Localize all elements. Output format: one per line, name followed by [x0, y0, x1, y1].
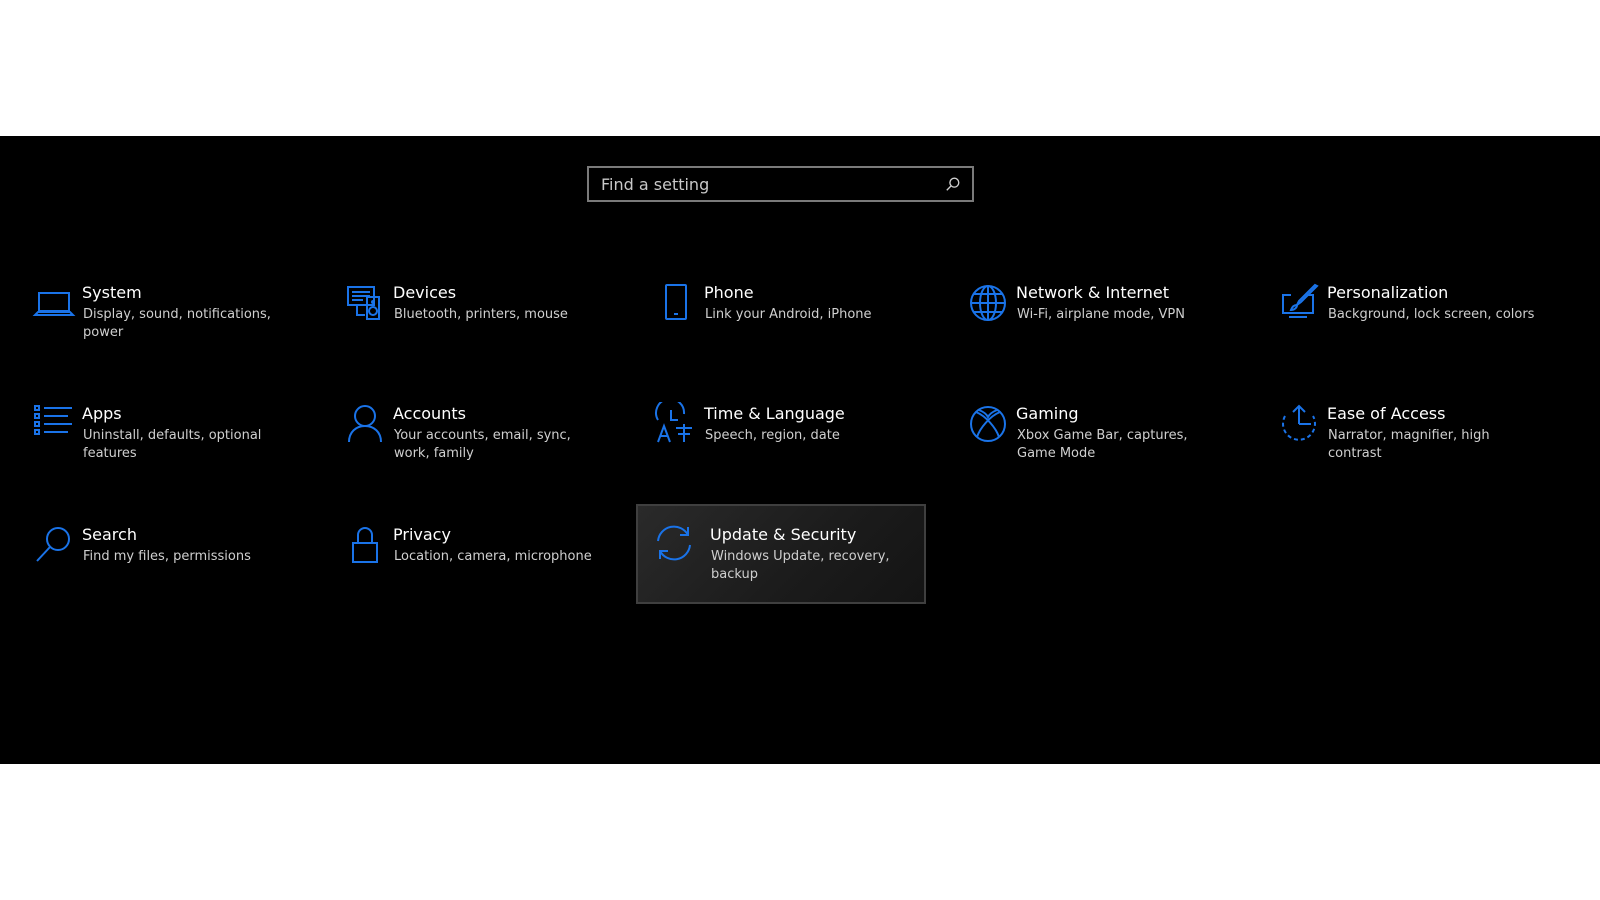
phone-icon: [654, 281, 698, 325]
person-icon: [343, 402, 387, 446]
tile-title: Time & Language: [704, 404, 845, 423]
devices-icon: [343, 281, 387, 325]
tile-title: Ease of Access: [1327, 404, 1446, 423]
sync-arrows-icon: [652, 521, 696, 565]
tile-title: System: [82, 283, 142, 302]
tile-phone[interactable]: Phone Link your Android, iPhone: [640, 267, 930, 367]
paint-brush-icon: [1277, 281, 1321, 325]
tile-gaming[interactable]: Gaming Xbox Game Bar, captures, Game Mod…: [952, 388, 1242, 488]
tile-title: Apps: [82, 404, 122, 423]
tile-description: Speech, region, date: [705, 428, 840, 443]
tile-description: Bluetooth, printers, mouse: [394, 307, 568, 322]
tile-title: Network & Internet: [1016, 283, 1169, 302]
xbox-icon: [966, 402, 1010, 446]
tile-title: Devices: [393, 283, 457, 302]
tile-personalization[interactable]: Personalization Background, lock screen,…: [1263, 267, 1553, 367]
time-language-icon: [654, 402, 698, 446]
search-icon[interactable]: [944, 175, 962, 193]
search-input[interactable]: [589, 168, 944, 200]
tile-network-internet[interactable]: Network & Internet Wi-Fi, airplane mode,…: [952, 267, 1242, 367]
tile-title: Accounts: [393, 404, 466, 423]
tile-title: Personalization: [1327, 283, 1449, 302]
tile-update-security[interactable]: Update & Security Windows Update, recove…: [636, 504, 926, 604]
lock-icon: [343, 523, 387, 567]
tile-description: Windows Update, recovery, backup: [711, 549, 890, 582]
tile-title: Gaming: [1016, 404, 1079, 423]
tile-description: Background, lock screen, colors: [1328, 307, 1535, 322]
tile-time-language[interactable]: Time & Language Speech, region, date: [640, 388, 930, 488]
apps-list-icon: [32, 402, 76, 446]
globe-icon: [966, 281, 1010, 325]
tile-description: Location, camera, microphone: [394, 549, 592, 564]
tile-privacy[interactable]: Privacy Location, camera, microphone: [329, 509, 619, 609]
tile-apps[interactable]: Apps Uninstall, defaults, optional featu…: [18, 388, 308, 488]
tile-title: Update & Security: [710, 525, 857, 544]
tile-title: Phone: [704, 283, 754, 302]
search-box[interactable]: [587, 166, 974, 202]
tile-description: Find my files, permissions: [83, 549, 251, 564]
tile-description: Display, sound, notifications, power: [83, 307, 271, 340]
magnifier-icon: [32, 523, 76, 567]
tile-description: Uninstall, defaults, optional features: [83, 428, 262, 461]
tile-system[interactable]: System Display, sound, notifications, po…: [18, 267, 308, 367]
tile-ease-of-access[interactable]: Ease of Access Narrator, magnifier, high…: [1263, 388, 1553, 488]
tile-devices[interactable]: Devices Bluetooth, printers, mouse: [329, 267, 619, 367]
tile-description: Wi-Fi, airplane mode, VPN: [1017, 307, 1185, 322]
tile-title: Privacy: [393, 525, 451, 544]
tile-description: Your accounts, email, sync, work, family: [394, 428, 571, 461]
tile-description: Xbox Game Bar, captures, Game Mode: [1017, 428, 1188, 461]
tile-title: Search: [82, 525, 137, 544]
ease-of-access-icon: [1277, 402, 1321, 446]
tile-description: Link your Android, iPhone: [705, 307, 872, 322]
tile-description: Narrator, magnifier, high contrast: [1328, 428, 1490, 461]
tile-search[interactable]: Search Find my files, permissions: [18, 509, 308, 609]
tile-accounts[interactable]: Accounts Your accounts, email, sync, wor…: [329, 388, 619, 488]
laptop-icon: [32, 281, 76, 325]
